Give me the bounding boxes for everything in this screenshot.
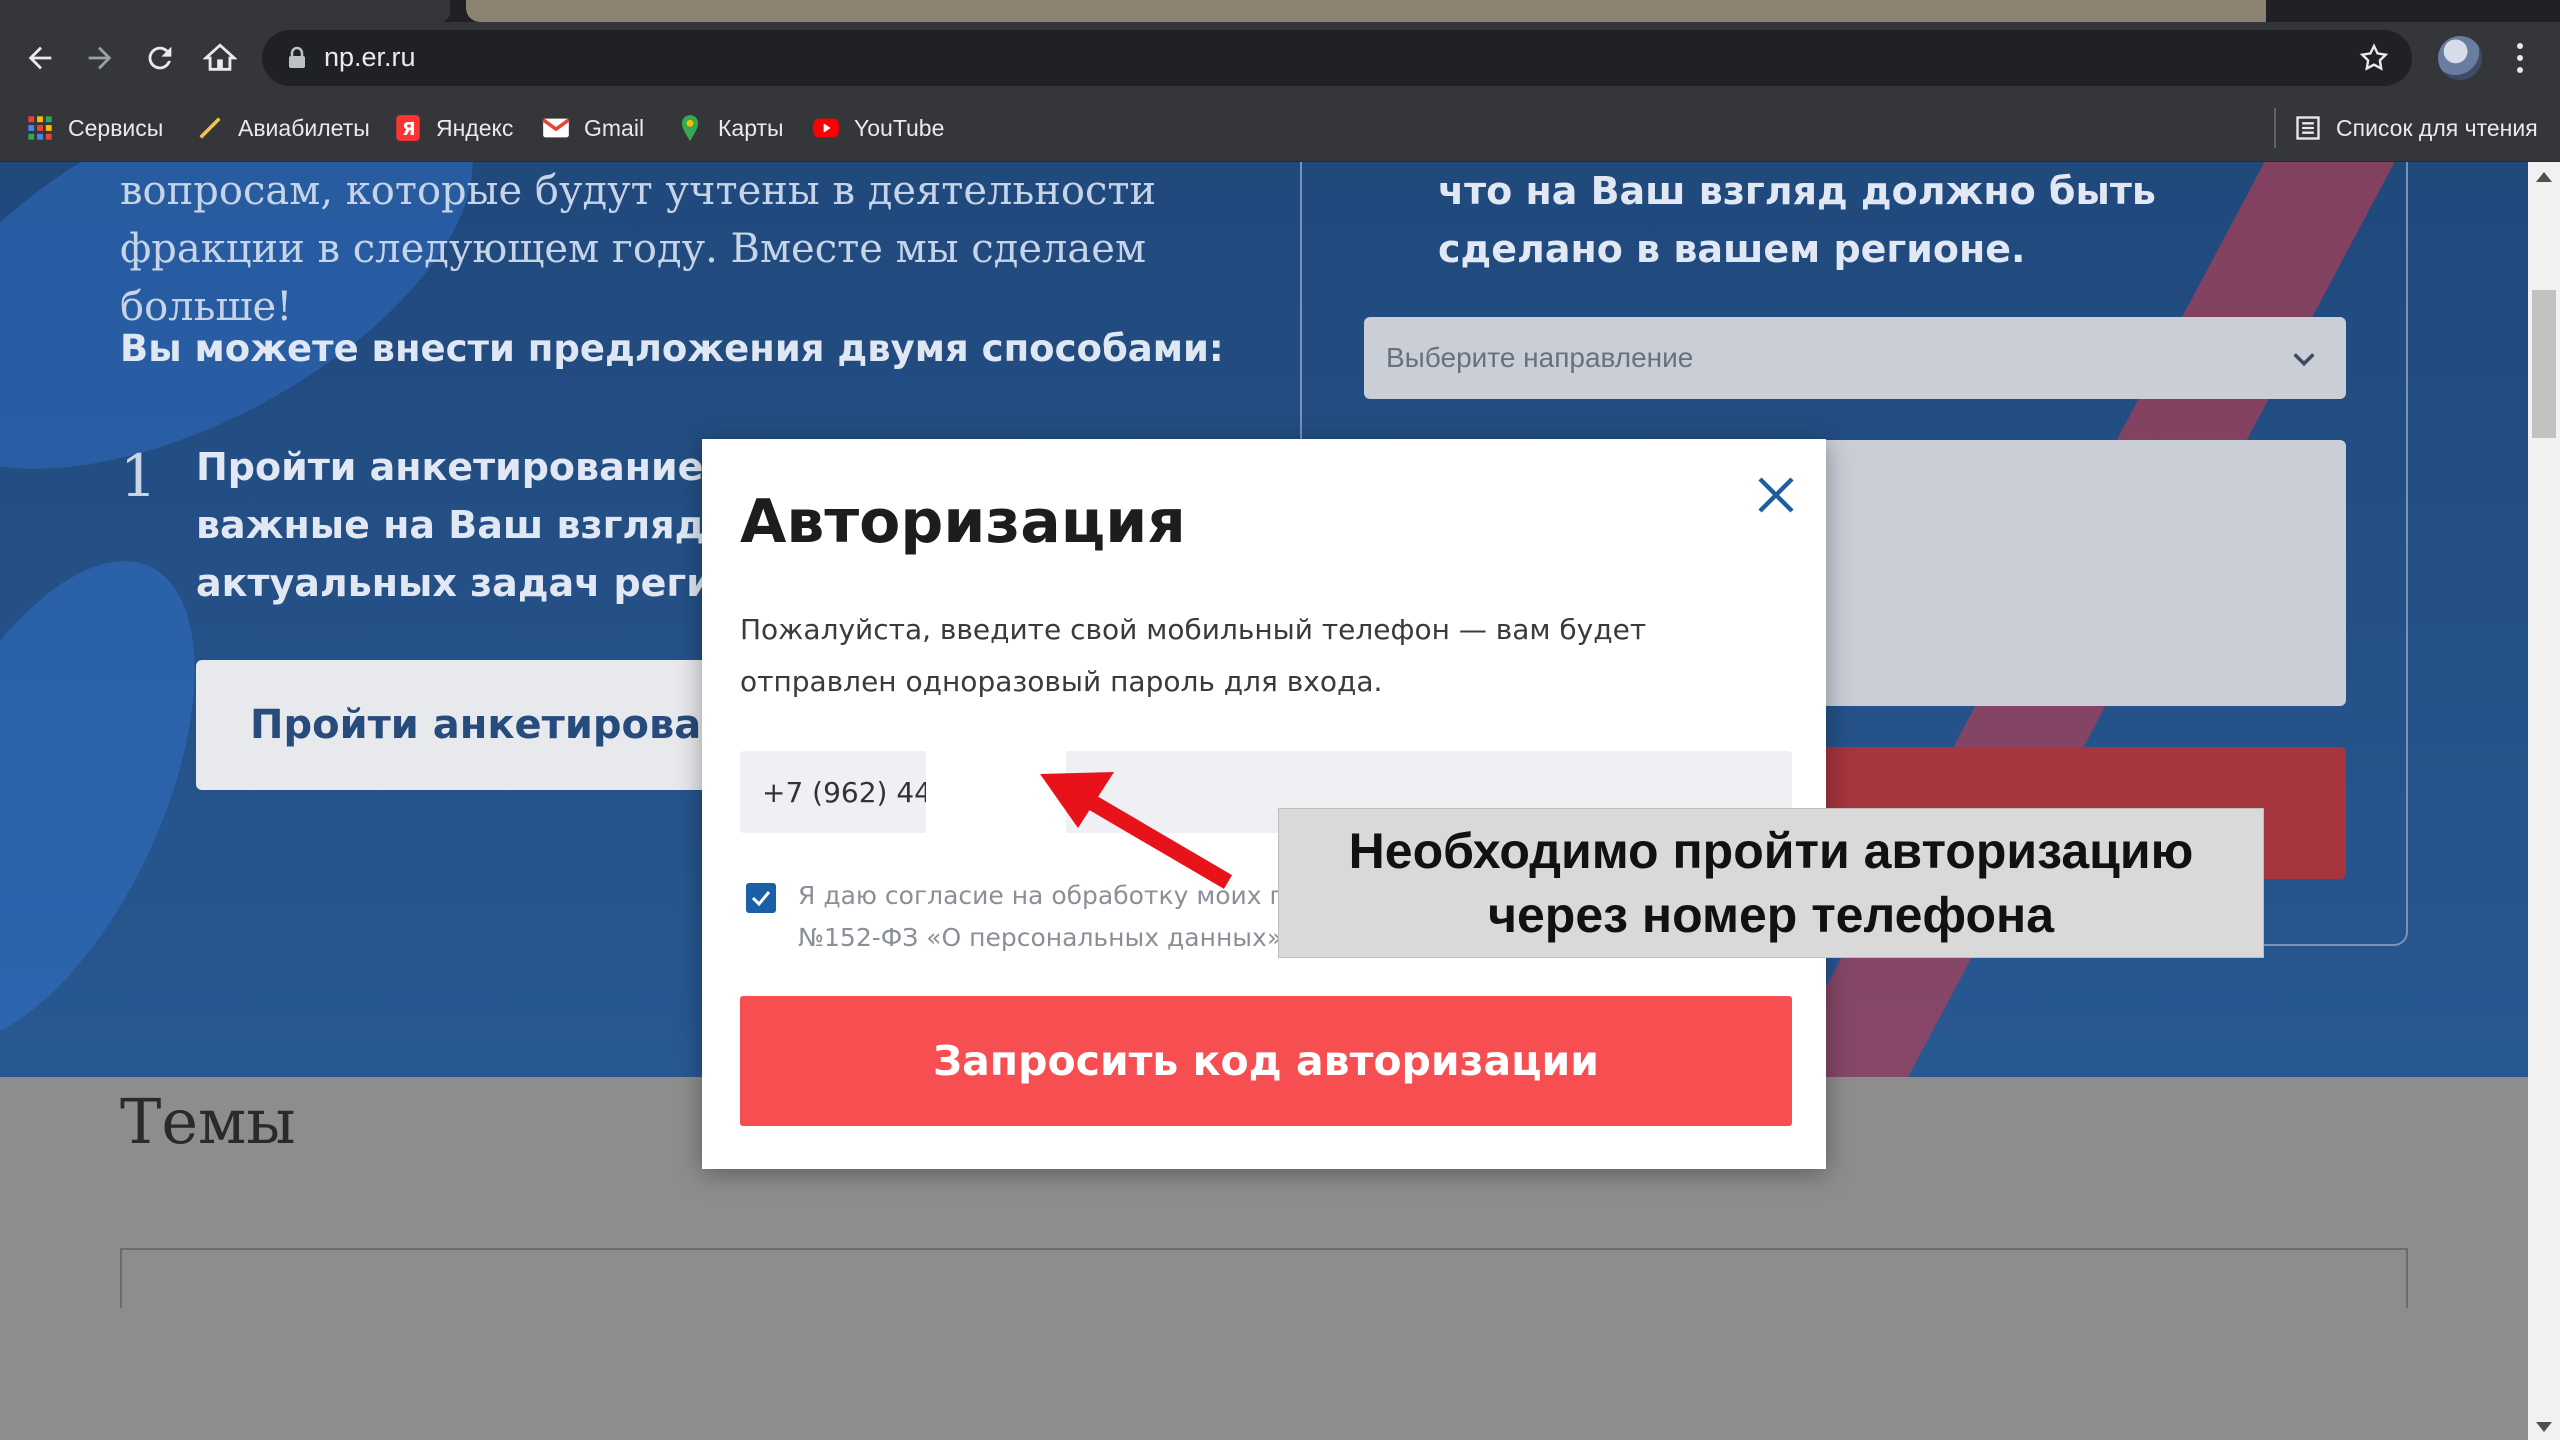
bookmark-label: Авиабилеты — [238, 114, 370, 141]
home-icon — [203, 43, 237, 71]
close-icon[interactable] — [1752, 471, 1800, 519]
chevron-down-icon — [2293, 353, 2315, 367]
direction-select[interactable]: Выберите направление — [1364, 317, 2346, 399]
svg-text:Я: Я — [402, 120, 415, 140]
back-button[interactable] — [18, 36, 62, 80]
bookmark-youtube[interactable]: YouTube — [812, 108, 944, 148]
tab-strip — [0, 0, 2560, 22]
home-button[interactable] — [198, 36, 242, 80]
apps-grid-icon — [28, 116, 52, 140]
consent-line: №152-ФЗ «О персональных данных» — [798, 923, 1283, 952]
scroll-down-arrow-icon[interactable] — [2536, 1422, 2552, 1432]
bookmark-label: Яндекс — [436, 114, 514, 141]
modal-title: Авторизация — [740, 487, 1186, 557]
maps-pin-icon — [681, 115, 699, 141]
themes-list — [120, 1248, 2408, 1308]
reload-icon — [148, 46, 172, 70]
request-code-button[interactable]: Запросить код авторизации — [740, 996, 1792, 1126]
forward-button[interactable] — [78, 36, 122, 80]
scrollbar-thumb[interactable] — [2532, 290, 2556, 438]
bookmark-aviatickets[interactable]: Авиабилеты — [196, 108, 370, 148]
region-heading: что на Ваш взгляд должно быть сделано в … — [1438, 169, 2156, 271]
annotation-callout: Необходимо пройти авторизацию через номе… — [1278, 808, 2264, 958]
reading-list-label: Список для чтения — [2336, 114, 2538, 141]
bookmark-gmail[interactable]: Gmail — [542, 108, 644, 148]
intro-text: вопросам, которые будут учтены в деятель… — [120, 168, 1157, 330]
reading-list-button[interactable]: Список для чтения — [2294, 108, 2538, 148]
youtube-icon — [813, 118, 839, 138]
ways-heading: Вы можете внести предложения двумя спосо… — [120, 327, 1224, 370]
step-number: 1 — [120, 442, 157, 510]
red-arrow-icon — [1040, 772, 1233, 889]
bookmarks-bar: Сервисы Авиабилеты Я Яндекс Gmail Карты … — [0, 94, 2560, 162]
tab-strip-background — [466, 0, 2266, 22]
arrow-right-icon — [88, 46, 112, 70]
callout-line: через номер телефона — [1487, 887, 2055, 943]
bookmark-yandex[interactable]: Я Яндекс — [394, 108, 513, 148]
modal-description: Пожалуйста, введите свой мобильный телеф… — [740, 613, 1647, 698]
callout-line: Необходимо пройти авторизацию — [1348, 823, 2194, 879]
address-bar[interactable]: np.er.ru — [262, 30, 2412, 86]
bookmark-maps[interactable]: Карты — [676, 108, 784, 148]
page-scrollbar[interactable] — [2528, 162, 2560, 1440]
arrow-left-icon — [28, 46, 52, 70]
themes-title: Темы — [120, 1085, 296, 1158]
bookmark-label: Сервисы — [68, 114, 164, 141]
bookmark-star-icon[interactable] — [2358, 42, 2390, 74]
auth-modal: Авторизация Пожалуйста, введите свой моб… — [702, 439, 1826, 1169]
bookmarks-divider — [2274, 108, 2276, 148]
profile-avatar[interactable] — [2438, 36, 2482, 80]
direction-select-placeholder: Выберите направление — [1386, 342, 1694, 373]
gmail-icon — [542, 118, 570, 138]
bookmark-label: Gmail — [584, 114, 645, 141]
url-text[interactable]: np.er.ru — [324, 42, 416, 73]
checkmark-icon — [751, 891, 771, 907]
browser-toolbar: np.er.ru — [0, 22, 2560, 94]
active-tab[interactable] — [0, 0, 450, 22]
reload-button[interactable] — [138, 36, 182, 80]
bookmark-services[interactable]: Сервисы — [26, 108, 163, 148]
lock-icon — [289, 46, 305, 68]
menu-kebab-icon[interactable] — [2508, 38, 2532, 78]
scroll-up-arrow-icon[interactable] — [2536, 172, 2552, 182]
reading-list-icon — [2296, 116, 2320, 140]
bookmark-label: Карты — [718, 114, 784, 141]
bookmark-label: YouTube — [854, 114, 945, 141]
plane-icon — [199, 117, 221, 139]
yandex-icon: Я — [396, 115, 420, 141]
consent-checkbox[interactable] — [746, 883, 776, 913]
